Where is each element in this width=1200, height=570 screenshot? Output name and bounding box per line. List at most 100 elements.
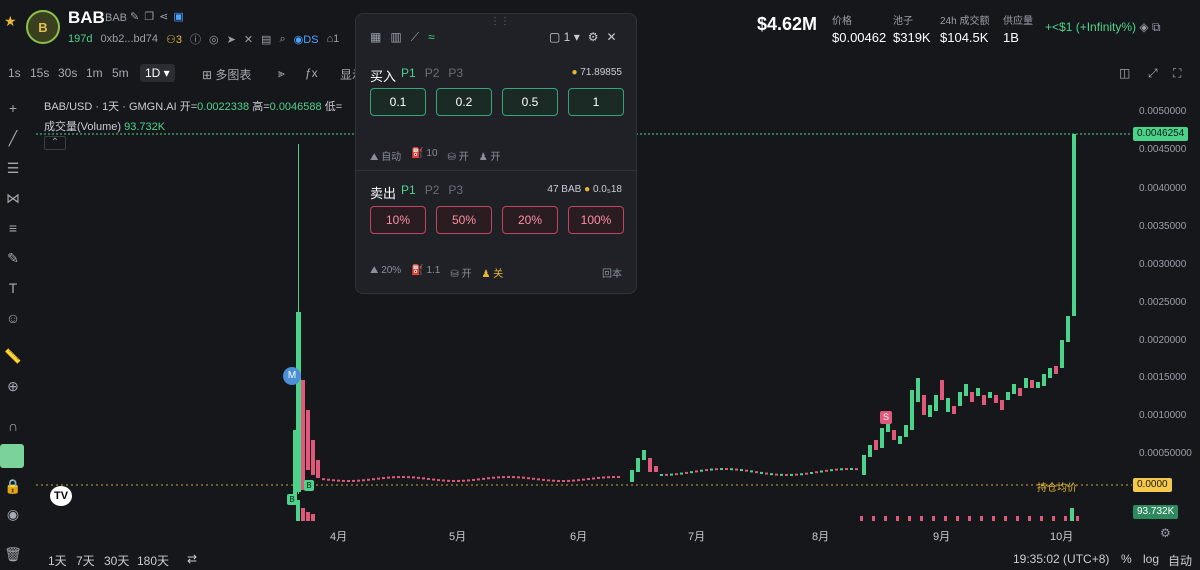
percent-toggle[interactable]: %	[1121, 552, 1132, 566]
volume-bar	[992, 516, 995, 521]
sell-label: 卖出	[370, 186, 397, 201]
candle	[347, 479, 350, 482]
candle	[795, 473, 798, 476]
candle	[940, 380, 944, 400]
panel-divider	[356, 170, 636, 171]
candle	[542, 478, 545, 481]
auto-toggle[interactable]: 自动	[1168, 552, 1192, 569]
volume-bar	[1070, 508, 1074, 521]
candle	[904, 425, 908, 437]
candle	[412, 476, 415, 479]
range-180d[interactable]: 180天	[137, 552, 169, 569]
candle	[427, 477, 430, 480]
candle	[770, 473, 773, 476]
volume-bar	[944, 516, 947, 521]
volume-bar	[980, 516, 983, 521]
candle	[472, 478, 475, 481]
candle	[577, 479, 580, 482]
price-tick: 0.0010000	[1139, 410, 1187, 421]
candle	[607, 476, 610, 479]
candle	[1048, 368, 1052, 378]
candle	[775, 473, 778, 476]
price-tick: 0.0040000	[1139, 183, 1187, 194]
price-tick: 0.0050000	[1139, 106, 1187, 117]
candle	[695, 470, 698, 473]
line-chart-icon[interactable]: ⟋	[411, 30, 419, 45]
buy-preset-p1[interactable]: P1	[401, 66, 416, 80]
candle	[1006, 392, 1010, 400]
candle	[690, 471, 693, 474]
candle	[617, 476, 620, 479]
buy-settings-row[interactable]: ⛰ 自动 ⛽ 10 ⛁ 开 ♟ 开	[370, 148, 500, 163]
buy-amount-4[interactable]: 1	[568, 88, 624, 116]
buy-preset-p3[interactable]: P3	[448, 66, 463, 80]
candle	[1000, 400, 1004, 410]
candle	[880, 428, 884, 448]
sell-amount-4[interactable]: 100%	[568, 206, 624, 234]
candle	[982, 395, 986, 405]
candle	[765, 472, 768, 475]
clock-time[interactable]: 19:35:02 (UTC+8)	[1013, 552, 1109, 566]
candle	[397, 476, 400, 479]
range-1d[interactable]: 1天	[48, 552, 67, 569]
price-tick: 0.0035000	[1139, 221, 1187, 232]
sell-amount-2[interactable]: 50%	[436, 206, 492, 234]
buy-label: 买入	[370, 69, 397, 84]
price-tick: 0.0020000	[1139, 335, 1187, 346]
sell-preset-p2[interactable]: P2	[425, 183, 440, 197]
candle	[636, 458, 640, 472]
candle	[357, 479, 360, 482]
candle	[1024, 378, 1028, 388]
log-toggle[interactable]: log	[1143, 552, 1159, 566]
price-tick: 0.0045000	[1139, 144, 1187, 155]
marker-s[interactable]: S	[880, 411, 892, 424]
candle	[685, 471, 688, 474]
panel-layout-icon[interactable]: ▦	[370, 30, 381, 45]
panel-close-icon[interactable]: ✕	[606, 30, 616, 44]
buy-preset-p2[interactable]: P2	[425, 66, 440, 80]
volume-bar	[1004, 516, 1007, 521]
settings-gear-icon[interactable]: ⚙	[1160, 526, 1171, 540]
candle	[482, 477, 485, 480]
candle	[327, 478, 330, 481]
sell-preset-p3[interactable]: P3	[448, 183, 463, 197]
candle	[377, 477, 380, 480]
candle	[432, 478, 435, 481]
candle	[306, 410, 310, 470]
candle	[910, 390, 914, 430]
candle	[592, 477, 595, 480]
marker-b-2[interactable]: B	[304, 480, 314, 491]
wallet-select[interactable]: ▢ 1 ▾	[549, 30, 580, 44]
candle	[705, 469, 708, 472]
range-7d[interactable]: 7天	[76, 552, 95, 569]
candle	[587, 478, 590, 481]
candle	[612, 476, 615, 479]
candle	[497, 476, 500, 479]
buy-amount-3[interactable]: 0.5	[502, 88, 558, 116]
sell-amount-1[interactable]: 10%	[370, 206, 426, 234]
candle	[840, 468, 843, 471]
candle	[467, 479, 470, 482]
candle	[710, 468, 713, 471]
range-30d[interactable]: 30天	[104, 552, 129, 569]
buy-amount-2[interactable]: 0.2	[436, 88, 492, 116]
goto-date-icon[interactable]: ⇄	[187, 552, 197, 566]
volume-bar	[920, 516, 923, 521]
cost-back-button[interactable]: 回本	[602, 265, 622, 280]
bar-chart-icon[interactable]: ▥	[390, 30, 401, 45]
drag-handle[interactable]: ⋮⋮	[490, 16, 510, 27]
candle	[805, 472, 808, 475]
buy-amount-1[interactable]: 0.1	[370, 88, 426, 116]
sell-preset-p1[interactable]: P1	[401, 183, 416, 197]
candle	[730, 468, 733, 471]
panel-settings-icon[interactable]: ⚙	[588, 30, 599, 44]
sell-settings-row[interactable]: ⛰ 20% ⛽ 1.1 ⛁ 开 ♟ 关	[370, 265, 503, 280]
sell-amount-3[interactable]: 20%	[502, 206, 558, 234]
candle	[735, 468, 738, 471]
price-tick: 0.00050000	[1139, 448, 1192, 459]
marker-b[interactable]: B	[287, 494, 297, 505]
candle	[1072, 134, 1076, 316]
candle	[507, 476, 510, 479]
wave-icon[interactable]: ≈	[428, 30, 435, 45]
marker-m[interactable]: M	[283, 367, 301, 385]
